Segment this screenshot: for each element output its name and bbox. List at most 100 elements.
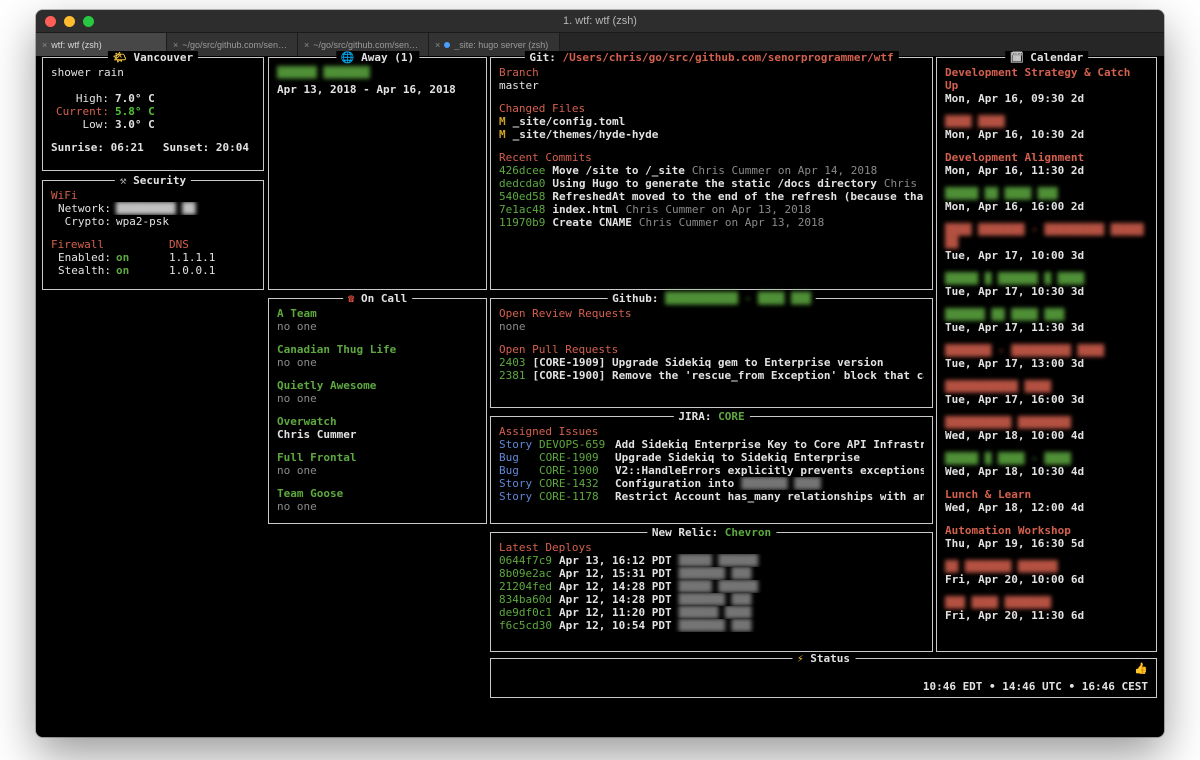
issue-description: V2::HandleErrors explicitly prevents exc…: [615, 464, 924, 477]
github-title-prefix: Github:: [612, 292, 658, 305]
firewall-stealth-label: Stealth:: [51, 264, 111, 277]
changed-files-header: Changed Files: [499, 102, 924, 115]
oncall-person: no one: [277, 392, 478, 405]
issue-id: CORE-1909: [539, 451, 615, 464]
security-panel: ⚒ Security WiFi Network:█████████ ██ Cry…: [42, 180, 264, 290]
calendar-event: ███ ████ ███████ Fri, Apr 20, 11:30 6d: [945, 596, 1148, 622]
changed-file: M_site/themes/hyde-hyde: [499, 128, 924, 141]
security-title: Security: [133, 174, 186, 187]
calendar-event-date: Tue, Apr 17, 13:00 3d: [945, 357, 1148, 370]
issue-id: CORE-1432: [539, 477, 615, 490]
commit-row: 7e1ac48index.htmlChris Cummer on Apr 13,…: [499, 203, 924, 216]
tab-label: ~/go/src/github.com/senor...: [182, 40, 291, 50]
crypto-value: wpa2-psk: [116, 215, 169, 228]
security-icon: ⚒: [120, 174, 127, 187]
jira-title-prefix: JIRA:: [678, 410, 711, 423]
terminal-window: 1. wtf: wtf (zsh) × wtf: wtf (zsh) × ~/g…: [36, 10, 1164, 737]
oncall-team-name: Quietly Awesome: [277, 379, 478, 392]
issue-id: DEVOPS-659: [539, 438, 615, 451]
tab-close-icon[interactable]: ×: [304, 40, 309, 50]
weather-icon: 🌤: [113, 51, 127, 64]
calendar-event-title: █████ █ ██████ █ ████: [945, 272, 1148, 285]
calendar-event-title: ███████████ ████: [945, 380, 1148, 393]
weather-current-label: Current:: [51, 105, 109, 118]
firewall-header: Firewall: [51, 238, 169, 251]
security-panel-title: ⚒ Security: [115, 174, 191, 187]
pull-request-row: 2403 [CORE-1909] Upgrade Sidekiq gem to E…: [499, 356, 924, 369]
file-path: _site/themes/hyde-hyde: [513, 128, 659, 141]
pr-number: 2381: [499, 369, 526, 382]
commit-message: Using Hugo to generate the static /docs …: [552, 177, 877, 190]
git-panel-title: Git: /Users/chris/go/src/github.com/seno…: [524, 51, 898, 64]
terminal-content: 🌤 Vancouver shower rain High:7.0° C Curr…: [36, 56, 1164, 737]
deploy-date: Apr 12, 15:31 PDT: [559, 567, 672, 580]
zoom-window-button[interactable]: [83, 16, 94, 27]
calendar-event: ████ ███████ - █████████ █████ ██ Tue, A…: [945, 223, 1148, 262]
oncall-group: Overwatch Chris Cummer: [277, 415, 478, 441]
pull-requests-header: Open Pull Requests: [499, 343, 924, 356]
oncall-panel-title: ☎ On Call: [343, 292, 413, 305]
away-person: ██████ ███████: [277, 66, 478, 79]
calendar-event: ██ ███████ ██████ Fri, Apr 20, 10:00 6d: [945, 560, 1148, 586]
calendar-event-date: Wed, Apr 18, 12:00 4d: [945, 501, 1148, 514]
changed-file: M_site/config.toml: [499, 115, 924, 128]
calendar-event: Automation Workshop Thu, Apr 19, 16:30 5…: [945, 524, 1148, 550]
network-label: Network:: [51, 202, 111, 215]
away-panel-title: 🌐 Away (1): [336, 51, 419, 64]
calendar-title: Calendar: [1030, 51, 1083, 64]
commit-row: 426dceeMove /site to /_siteChris Cummer …: [499, 164, 924, 177]
commit-hash: dedcda0: [499, 177, 545, 190]
newrelic-panel-title: New Relic: Chevron: [647, 526, 776, 539]
tab-close-icon[interactable]: ×: [42, 40, 47, 50]
deploy-date: Apr 13, 16:12 PDT: [559, 554, 672, 567]
minimize-window-button[interactable]: [64, 16, 75, 27]
weather-condition: shower rain: [51, 66, 255, 79]
calendar-event: Development Strategy & Catch Up Mon, Apr…: [945, 66, 1148, 105]
oncall-group: Quietly Awesome no one: [277, 379, 478, 405]
issue-description-redacted: ███████ ████: [741, 477, 820, 490]
deploy-row: 21204fedApr 12, 14:28 PDT█████ ██████: [499, 580, 924, 593]
pr-number: 2403: [499, 356, 526, 369]
deploy-hash: 0644f7c9: [499, 554, 552, 567]
calendar-event-title: ████ ████: [945, 115, 1148, 128]
calendar-event: Lunch & Learn Wed, Apr 18, 12:00 4d: [945, 488, 1148, 514]
weather-title: Vancouver: [133, 51, 193, 64]
github-panel: Github: ███████████ - ████ ███ Open Revi…: [490, 298, 933, 408]
tab-close-icon[interactable]: ×: [435, 40, 440, 50]
close-window-button[interactable]: [45, 16, 56, 27]
lightning-icon: ⚡: [797, 652, 804, 665]
calendar-event-date: Tue, Apr 17, 10:30 3d: [945, 285, 1148, 298]
commit-message: Move /site to /_site: [552, 164, 684, 177]
calendar-event: ███████████ ████ Tue, Apr 17, 16:00 3d: [945, 380, 1148, 406]
deploy-author: ██████ ████: [679, 606, 752, 619]
deploy-date: Apr 12, 11:20 PDT: [559, 606, 672, 619]
calendar-event-title: ███ ████ ███████: [945, 596, 1148, 609]
oncall-group: Canadian Thug Life no one: [277, 343, 478, 369]
oncall-group: A Team no one: [277, 307, 478, 333]
calendar-panel: 🗓 Calendar Development Strategy & Catch …: [936, 57, 1157, 652]
commit-row: 11970b9Create CNAMEChris Cummer on Apr 1…: [499, 216, 924, 229]
issue-id: CORE-1178: [539, 490, 615, 503]
calendar-event-date: Wed, Apr 18, 10:30 4d: [945, 465, 1148, 478]
calendar-event-date: Tue, Apr 17, 16:00 3d: [945, 393, 1148, 406]
calendar-event: ████ ████ Mon, Apr 16, 10:30 2d: [945, 115, 1148, 141]
weather-sunrise: Sunrise: 06:21: [51, 141, 144, 154]
pr-description: [CORE-1909] Upgrade Sidekiq gem to Enter…: [533, 356, 884, 369]
commit-row: dedcda0 Using Hugo to generate the static…: [499, 177, 924, 190]
review-requests-header: Open Review Requests: [499, 307, 924, 320]
jira-project-name: CORE: [718, 410, 745, 423]
issue-type: Story: [499, 490, 539, 503]
calendar-event-date: Mon, Apr 16, 09:30 2d: [945, 92, 1148, 105]
deploy-hash: 21204fed: [499, 580, 552, 593]
newrelic-panel: New Relic: Chevron Latest Deploys 0644f7…: [490, 532, 933, 652]
weather-low-value: 3.0° C: [115, 118, 155, 131]
issue-type: Bug: [499, 464, 539, 477]
status-title: Status: [810, 652, 850, 665]
calendar-event-date: Tue, Apr 17, 10:00 3d: [945, 249, 1148, 262]
calendar-event-title: Development Strategy & Catch Up: [945, 66, 1148, 92]
calendar-event-title: ██████ ██ ████ ███: [945, 308, 1148, 321]
calendar-event-title: ███████ - █████████ ████: [945, 344, 1148, 357]
calendar-event-title: █████ ██ ████ ███: [945, 187, 1148, 200]
deploy-row: 8b09e2acApr 12, 15:31 PDT███████ ███: [499, 567, 924, 580]
tab-close-icon[interactable]: ×: [173, 40, 178, 50]
